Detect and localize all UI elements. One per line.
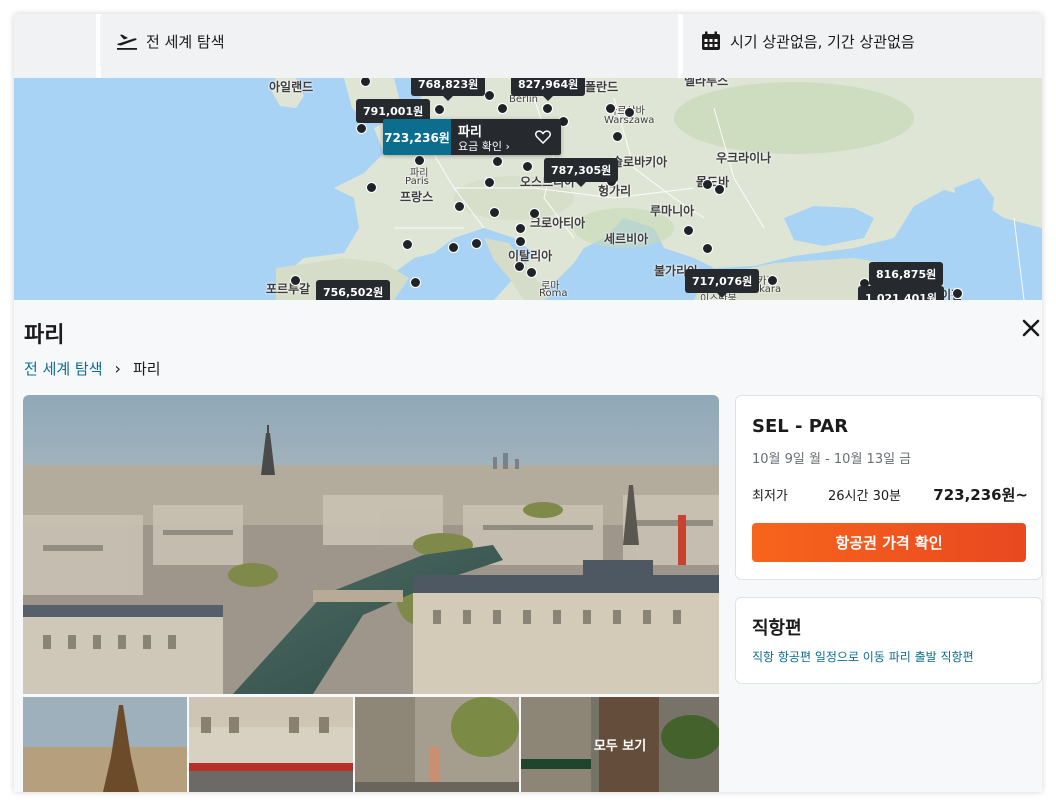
destination-marker[interactable] [702,179,713,190]
destination-marker[interactable] [714,184,725,195]
divider [678,14,683,78]
travel-dates: 10월 9일 월 - 10월 13일 금 [752,452,912,467]
city-label: Paris [405,176,429,187]
destination-marker[interactable] [683,225,694,236]
destination-marker[interactable] [366,182,377,193]
destination-marker[interactable] [356,123,367,134]
check-fare-link[interactable]: 요금 확인 › [458,138,510,154]
plane-departure-icon [114,28,140,54]
country-label: 루마니아 [650,204,695,218]
price-tag[interactable]: 1,021,401원 [858,286,945,300]
destination-marker[interactable] [471,238,482,249]
search-bar: 전 세계 탐색 시기 상관없음, 기간 상관없음 [14,14,1042,78]
lowest-price: 723,236원~ [933,486,1028,504]
price-tag[interactable]: 717,076원 [685,269,760,298]
check-flight-price-button[interactable]: 항공권 가격 확인 [752,523,1026,562]
flight-duration: 26시간 30분 [828,489,902,504]
breadcrumb-explore-link[interactable]: 전 세계 탐색 [24,358,103,379]
price-row: 최저가 26시간 30분 723,236원~ [752,484,1028,505]
destination-marker[interactable] [952,288,963,299]
selected-info: 파리 요금 확인 › [451,119,561,155]
destination-marker[interactable] [484,177,495,188]
destination-marker[interactable] [542,103,553,114]
destination-marker[interactable] [605,103,616,114]
breadcrumb-current: 파리 [132,360,161,378]
destination-marker[interactable] [454,201,465,212]
thumbnail-photo[interactable] [23,697,187,792]
price-tag[interactable]: 768,823원 [411,78,486,101]
destination-marker[interactable] [624,107,635,118]
price-tag[interactable]: 816,875원 [869,262,944,291]
thumbnail-photo[interactable] [355,697,519,792]
search-back-segment[interactable] [14,16,96,66]
price-tag[interactable]: 787,305원 [544,158,619,187]
direct-flights-link[interactable]: 직항 항공편 일정으로 이동 파리 출발 직항편 [752,648,974,665]
selected-destination-tag[interactable]: 723,236원 파리 요금 확인 › [383,119,561,155]
country-label: 우크라이나 [716,151,772,165]
calendar-icon [698,28,724,54]
destination-marker[interactable] [612,131,623,142]
country-label: 이탈리아 [508,249,553,263]
flight-price-card: SEL - PAR 10월 9일 월 - 10월 13일 금 최저가 26시간 … [735,395,1042,580]
date-field[interactable]: 시기 상관없음, 기간 상관없음 [684,16,1042,66]
destination-marker[interactable] [529,208,540,219]
hero-photo[interactable] [23,395,719,694]
breadcrumb: 전 세계 탐색 › 파리 [24,358,161,379]
destination-marker[interactable] [515,236,526,247]
destination-marker[interactable] [402,239,413,250]
chevron-right-icon: › [114,359,121,378]
direct-flights-title: 직항편 [752,618,802,639]
close-icon[interactable] [1020,317,1042,339]
destination-marker[interactable] [290,275,301,286]
thumbnail-see-all[interactable]: 모두 보기 [521,697,719,792]
direct-flights-card: 직항편 직항 항공편 일정으로 이동 파리 출발 직항편 [735,597,1042,684]
heart-icon[interactable] [535,129,551,145]
destination-marker[interactable] [702,243,713,254]
destination-marker[interactable] [484,90,495,101]
destination-marker[interactable] [414,155,425,166]
destination-marker[interactable] [526,267,537,278]
destination-detail: 파리 전 세계 탐색 › 파리 모두 보기 SEL - PAR 10월 9일 월… [14,300,1042,792]
destination-marker[interactable] [522,161,533,172]
date-value: 시기 상관없음, 기간 상관없음 [730,32,915,51]
route-code: SEL - PAR [752,416,849,437]
city-label: Roma [539,288,568,299]
destination-field[interactable]: 전 세계 탐색 [100,16,678,66]
destination-marker[interactable] [492,156,503,167]
country-label: 프랑스 [400,190,434,204]
photo-thumbnails: 모두 보기 [23,697,719,792]
destination-marker[interactable] [514,261,525,272]
destination-marker[interactable] [448,242,459,253]
country-label: 세르비아 [604,232,649,246]
destination-marker[interactable] [767,275,778,286]
country-label: 포르투갈 [266,282,311,296]
explore-panel: 전 세계 탐색 시기 상관없음, 기간 상관없음 아일랜드 폴란드 벨라루스 우… [14,14,1042,792]
destination-marker[interactable] [497,103,508,114]
country-label: 슬로바키아 [612,155,668,169]
page-title: 파리 [24,323,65,348]
destination-marker[interactable] [434,104,445,115]
price-tag[interactable]: 756,502원 [316,280,391,300]
selected-price: 723,236원 [383,119,451,155]
destination-map[interactable]: 아일랜드 폴란드 벨라루스 우크라이나 몰도바 루마니아 세르비아 헝가리 오스… [14,78,1042,300]
destination-value: 전 세계 탐색 [146,32,225,51]
country-label: 폴란드 [585,80,619,94]
thumbnail-photo[interactable] [189,697,353,792]
country-label: 벨라루스 [684,78,729,88]
see-all-label: 모두 보기 [521,697,719,792]
destination-marker[interactable] [489,207,500,218]
country-label: 아일랜드 [269,80,314,94]
destination-marker[interactable] [410,277,421,288]
destination-marker[interactable] [515,223,526,234]
price-tag[interactable]: 827,964원 [511,78,586,101]
lowest-price-label: 최저가 [752,489,788,504]
